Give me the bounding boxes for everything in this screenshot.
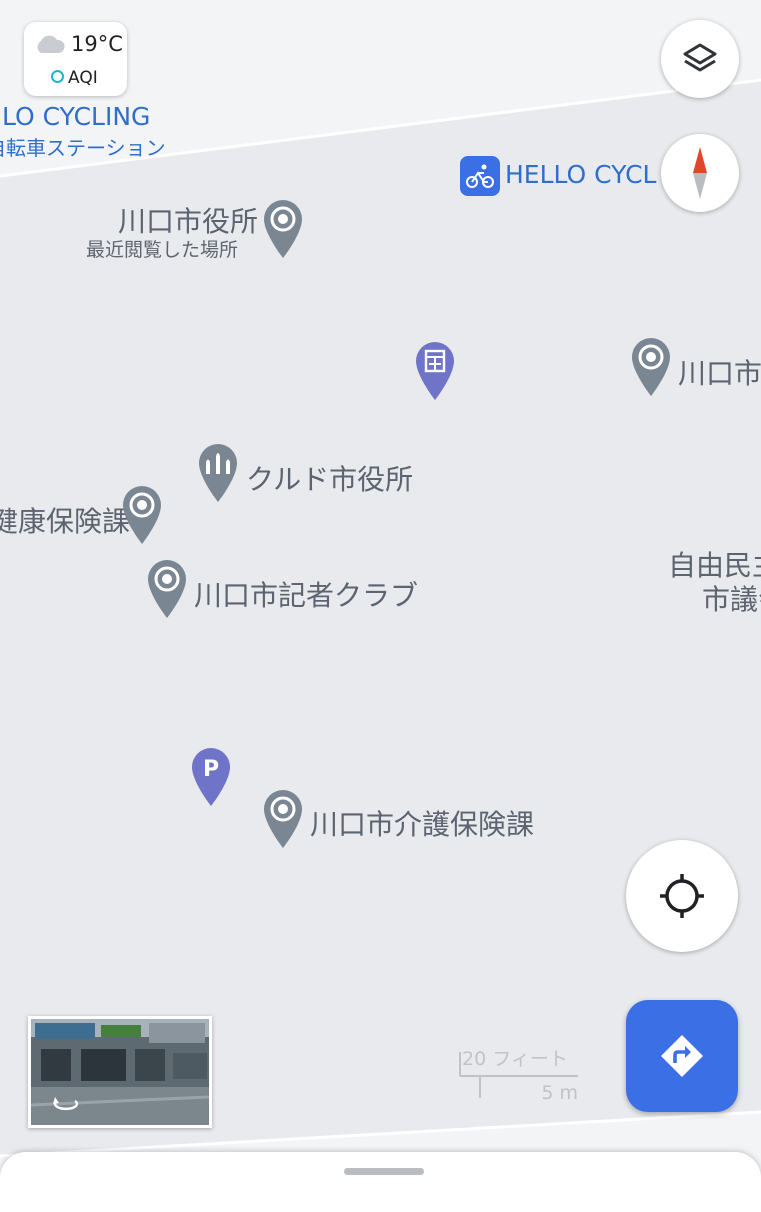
place-pin-icon[interactable]: [146, 558, 188, 624]
directions-button[interactable]: [626, 1000, 738, 1112]
scale-bar: 20 フィート 5 m: [458, 1044, 582, 1106]
directions-icon: [661, 1035, 703, 1077]
rotate-360-icon: [53, 1097, 79, 1111]
place-pin-icon[interactable]: [121, 484, 163, 550]
place-pin-icon[interactable]: [630, 336, 672, 402]
street-view-thumbnail[interactable]: [28, 1016, 212, 1128]
my-location-icon: [660, 874, 704, 918]
press-club-label[interactable]: 川口市記者クラブ: [194, 574, 418, 614]
bicycle-station-label[interactable]: 自転車ステーション: [0, 132, 166, 161]
government-office-pin-icon[interactable]: [414, 340, 456, 406]
bicycle-icon[interactable]: [460, 156, 500, 200]
aqi-label: AQI: [68, 68, 98, 88]
ldp-label-line2[interactable]: 市議会: [702, 578, 761, 618]
layers-icon: [683, 43, 717, 72]
scale-meters-label: 5 m: [541, 1082, 578, 1104]
health-insurance-label[interactable]: 健康保険課: [0, 500, 130, 540]
hello-cycling-label-left[interactable]: LO CYCLING: [2, 102, 150, 131]
bottom-sheet[interactable]: [0, 1152, 761, 1212]
kawaguchi-label[interactable]: 川口市: [678, 352, 761, 392]
layers-button[interactable]: [661, 20, 739, 98]
care-insurance-label[interactable]: 川口市介護保険課: [310, 803, 534, 843]
svg-text:P: P: [203, 757, 219, 782]
my-location-button[interactable]: [626, 840, 738, 952]
cloud-icon: [37, 35, 65, 53]
temperature: 19°C: [71, 32, 123, 56]
sheet-drag-handle[interactable]: [344, 1168, 424, 1175]
recently-viewed-label: 最近閲覧した場所: [86, 239, 239, 261]
hello-cycling-label-right[interactable]: HELLO CYCL: [505, 160, 657, 189]
compass-button[interactable]: [661, 134, 739, 212]
weather-card[interactable]: 19°C AQI: [24, 22, 127, 96]
place-pin-icon[interactable]: [262, 788, 304, 854]
aqi-indicator-icon: [51, 70, 64, 83]
city-hall-label[interactable]: 川口市役所: [118, 200, 258, 240]
kurdish-city-hall-label[interactable]: クルド市役所: [246, 458, 413, 498]
place-pin-icon[interactable]: [262, 198, 304, 264]
compass-icon: [693, 147, 707, 199]
parking-pin-icon[interactable]: P: [190, 746, 232, 812]
landmark-pin-icon[interactable]: [197, 442, 239, 508]
